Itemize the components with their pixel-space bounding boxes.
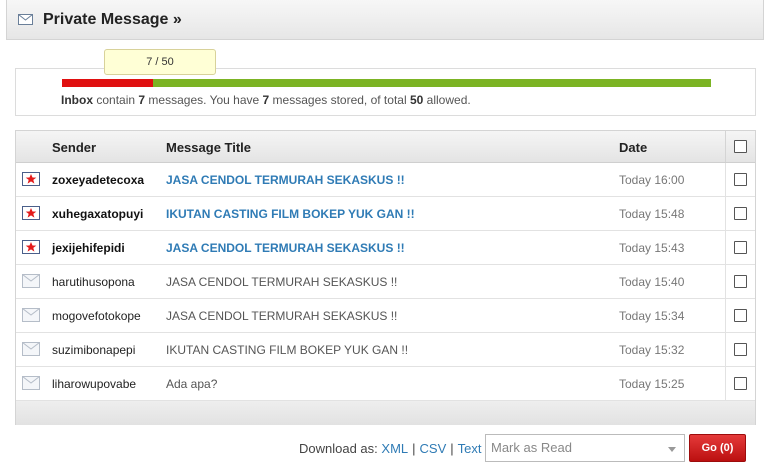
quota-summary: Inbox contain 7 messages. You have 7 mes… [61, 93, 471, 107]
message-sender[interactable]: xuhegaxatopuyi [52, 207, 143, 221]
message-title-link[interactable]: JASA CENDOL TERMURAH SEKASKUS !! [166, 173, 405, 187]
row-checkbox[interactable] [734, 343, 747, 356]
message-title-link[interactable]: JASA CENDOL TERMURAH SEKASKUS !! [166, 275, 397, 289]
storage-quota: 7 / 50 Inbox contain 7 messages. You hav… [15, 49, 756, 116]
row-checkbox[interactable] [734, 207, 747, 220]
table-row[interactable]: mogovefotokope JASA CENDOL TERMURAH SEKAS… [16, 299, 755, 333]
message-sender[interactable]: mogovefotokope [52, 309, 141, 323]
unread-message-icon [22, 172, 40, 186]
message-table: Sender Message Title Date zoxeyadetecoxa… [15, 130, 756, 425]
col-date[interactable]: Date [619, 140, 647, 155]
table-footer [16, 401, 755, 425]
table-header: Sender Message Title Date [16, 131, 755, 163]
download-text-link[interactable]: Text [458, 441, 482, 456]
quota-bar [62, 79, 711, 87]
message-sender[interactable]: zoxeyadetecoxa [52, 173, 144, 187]
envelope-icon [18, 14, 33, 25]
read-message-icon [22, 274, 40, 288]
message-title-link[interactable]: JASA CENDOL TERMURAH SEKASKUS !! [166, 241, 405, 255]
row-checkbox[interactable] [734, 377, 747, 390]
col-sender[interactable]: Sender [52, 140, 96, 155]
table-row[interactable]: suzimibonapepi IKUTAN CASTING FILM BOKEP … [16, 333, 755, 367]
row-checkbox[interactable] [734, 275, 747, 288]
row-checkbox[interactable] [734, 241, 747, 254]
message-sender[interactable]: suzimibonapepi [52, 343, 135, 357]
download-links: Download as: XML | CSV | Text [299, 441, 482, 456]
message-title-link[interactable]: IKUTAN CASTING FILM BOKEP YUK GAN !! [166, 343, 408, 357]
table-row[interactable]: xuhegaxatopuyi IKUTAN CASTING FILM BOKEP … [16, 197, 755, 231]
quota-tooltip: 7 / 50 [104, 49, 216, 75]
read-message-icon [22, 376, 40, 390]
message-date: Today 15:40 [619, 275, 685, 289]
action-select[interactable]: Mark as Read [485, 434, 685, 462]
message-title-link[interactable]: Ada apa? [166, 377, 217, 391]
download-csv-link[interactable]: CSV [420, 441, 447, 456]
read-message-icon [22, 342, 40, 356]
table-row[interactable]: liharowupovabe Ada apa? Today 15:25 [16, 367, 755, 401]
table-row[interactable]: jexijehifepidi JASA CENDOL TERMURAH SEKAS… [16, 231, 755, 265]
message-date: Today 16:00 [619, 173, 685, 187]
message-date: Today 15:43 [619, 241, 685, 255]
table-row[interactable]: zoxeyadetecoxa JASA CENDOL TERMURAH SEKAS… [16, 163, 755, 197]
message-title-link[interactable]: IKUTAN CASTING FILM BOKEP YUK GAN !! [166, 207, 415, 221]
page-title: Private Message » [43, 10, 182, 28]
page-header: Private Message » [6, 0, 764, 40]
table-row[interactable]: harutihusopona JASA CENDOL TERMURAH SEKAS… [16, 265, 755, 299]
unread-message-icon [22, 240, 40, 254]
quota-used-fill [62, 79, 153, 87]
message-sender[interactable]: harutihusopona [52, 275, 135, 289]
col-title[interactable]: Message Title [166, 140, 251, 155]
message-date: Today 15:25 [619, 377, 685, 391]
message-date: Today 15:48 [619, 207, 685, 221]
quota-folder: Inbox [61, 93, 93, 107]
select-all-checkbox[interactable] [734, 140, 747, 153]
chevron-down-icon [668, 447, 676, 452]
go-button[interactable]: Go (0) [689, 434, 746, 462]
download-xml-link[interactable]: XML [381, 441, 408, 456]
read-message-icon [22, 308, 40, 322]
message-date: Today 15:32 [619, 343, 685, 357]
message-sender[interactable]: jexijehifepidi [52, 241, 125, 255]
row-checkbox[interactable] [734, 173, 747, 186]
message-date: Today 15:34 [619, 309, 685, 323]
row-checkbox[interactable] [734, 309, 747, 322]
unread-message-icon [22, 206, 40, 220]
message-sender[interactable]: liharowupovabe [52, 377, 136, 391]
message-title-link[interactable]: JASA CENDOL TERMURAH SEKASKUS !! [166, 309, 397, 323]
